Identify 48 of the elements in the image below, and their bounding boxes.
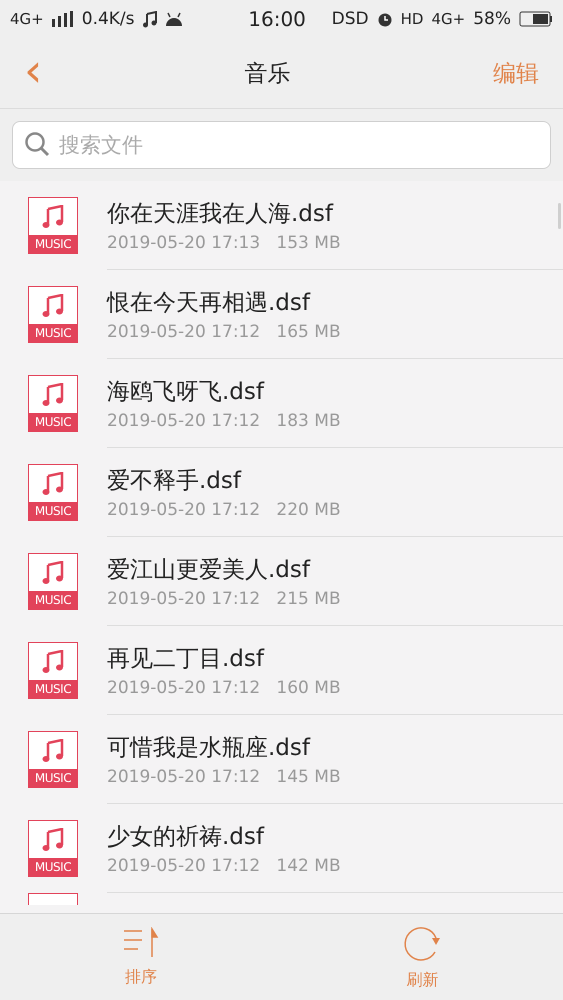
dsd-indicator: DSD xyxy=(332,9,369,29)
file-details: 2019-05-20 17:12 145 MB xyxy=(107,766,342,786)
music-note-icon xyxy=(42,650,64,674)
music-note-icon xyxy=(42,382,64,406)
music-note-icon xyxy=(42,204,64,228)
music-note-icon xyxy=(42,738,64,762)
file-name[interactable]: 少女的祈祷.dsf xyxy=(107,820,563,852)
file-name[interactable]: 你在天涯我在人海.dsf xyxy=(107,198,563,228)
music-note-icon xyxy=(142,10,157,28)
music-note-icon xyxy=(42,560,64,584)
clock-time: 16:00 xyxy=(247,7,306,31)
music-note-icon xyxy=(42,472,64,496)
file-details: 2019-05-20 17:12 142 MB xyxy=(107,856,342,876)
battery-percent: 58% xyxy=(473,9,511,29)
music-file-icon: MUSIC xyxy=(28,731,78,788)
hd-indicator: HD xyxy=(400,10,424,28)
file-details: 2019-05-20 17:12 215 MB xyxy=(107,588,342,608)
music-note-icon xyxy=(42,828,64,852)
file-name[interactable]: 爱江山更爱美人.dsf xyxy=(107,554,563,584)
alarm-icon xyxy=(376,11,393,27)
music-file-icon: MUSIC xyxy=(28,553,78,610)
file-details: 2019-05-20 17:12 160 MB xyxy=(107,678,342,698)
file-name[interactable]: 再见二丁目.dsf xyxy=(107,642,563,674)
file-details: 2019-05-20 17:12 220 MB xyxy=(107,500,342,520)
search-icon xyxy=(24,131,50,157)
music-file-icon: MUSIC xyxy=(28,197,78,254)
file-name[interactable]: 爱不释手.dsf xyxy=(107,464,563,496)
music-file-icon: MUSIC xyxy=(28,464,78,521)
file-name[interactable]: 可惜我是水瓶座.dsf xyxy=(107,732,563,762)
file-name[interactable]: 恨在今天再相遇.dsf xyxy=(107,286,563,318)
music-file-icon xyxy=(28,893,78,905)
music-file-icon: MUSIC xyxy=(28,286,78,343)
signal-icon xyxy=(52,11,74,27)
file-details: 2019-05-20 17:12 183 MB xyxy=(107,410,342,430)
network-speed: 0.4K/s xyxy=(82,9,135,29)
music-file-icon: MUSIC xyxy=(28,820,78,877)
file-details: 2019-05-20 17:12 165 MB xyxy=(107,322,342,342)
music-file-icon: MUSIC xyxy=(28,375,78,432)
battery-icon xyxy=(518,11,553,27)
network-type: 4G+ xyxy=(431,10,466,28)
network-type: 4G+ xyxy=(10,10,44,28)
file-name[interactable]: 海鸥飞呀飞.dsf xyxy=(107,376,563,406)
music-note-icon xyxy=(42,294,64,318)
search-field[interactable]: 搜索文件 xyxy=(12,121,551,169)
music-file-icon: MUSIC xyxy=(28,642,78,699)
file-details: 2019-05-20 17:13 153 MB xyxy=(107,232,342,252)
android-icon xyxy=(164,11,183,27)
page-title: 音乐 xyxy=(244,60,291,88)
